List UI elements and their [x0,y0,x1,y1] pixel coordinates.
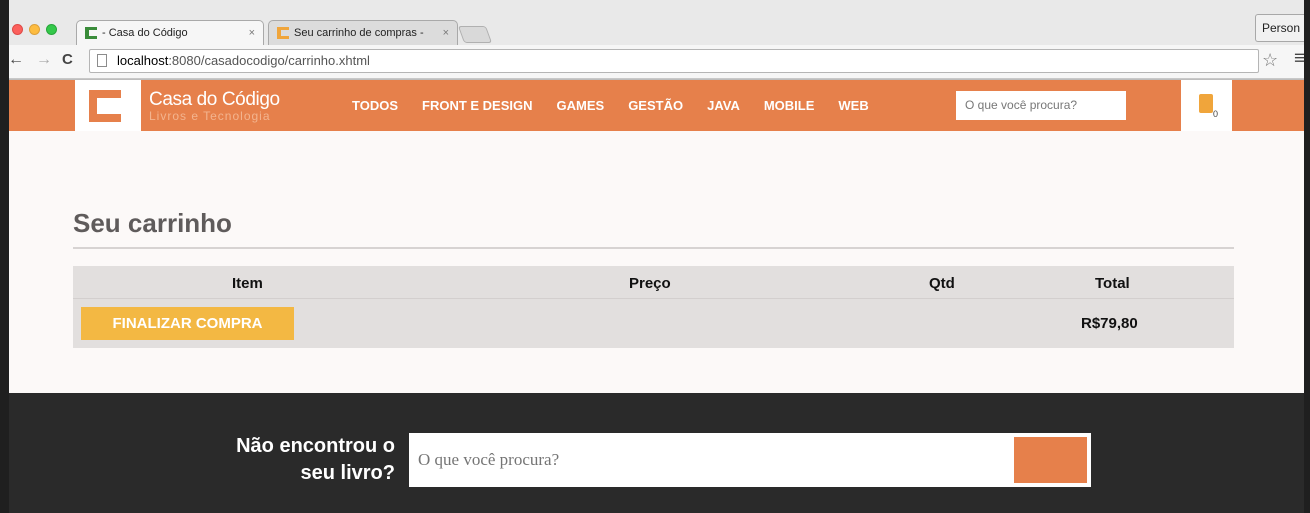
nav-front-e-design[interactable]: FRONT E DESIGN [422,98,533,113]
casa-do-codigo-favicon-icon [85,27,97,39]
nav-games[interactable]: GAMES [557,98,605,113]
footer-search-prompt: Não encontrou o seu livro? [159,433,395,487]
footer-prompt-line1: Não encontrou o [236,435,395,457]
window-frame-left [0,0,9,513]
column-preco: Preço [629,275,671,292]
nav-gestao[interactable]: GESTÃO [628,98,683,113]
window-controls [12,24,57,35]
url-host: localhost [117,53,169,68]
category-nav: TODOS FRONT E DESIGN GAMES GESTÃO JAVA M… [352,80,893,131]
page-title: Seu carrinho [73,208,232,238]
cart-table: Item Preço Qtd Total FINALIZAR COMPRA R$… [73,266,1234,348]
tab-seu-carrinho[interactable]: Seu carrinho de compras - × [268,20,458,45]
footer-search-button[interactable] [1014,437,1087,483]
header-search-input[interactable]: O que você procura? [956,91,1126,120]
close-tab-icon[interactable]: × [249,27,255,39]
url-path: :8080/casadocodigo/carrinho.xhtml [168,53,370,68]
window-frame-right [1304,0,1310,513]
tab-title: - Casa do Código [102,27,188,39]
nav-java[interactable]: JAVA [707,98,740,113]
site-logo[interactable] [75,80,141,131]
back-arrow-icon[interactable]: ← [8,51,24,69]
bookmark-star-icon[interactable]: ☆ [1262,50,1278,71]
reload-icon[interactable]: C [62,51,73,68]
site-footer: Não encontrou o seu livro? O que você pr… [9,393,1304,513]
browser-toolbar: ← → C localhost:8080/casadocodigo/carrin… [0,45,1310,79]
nav-mobile[interactable]: MOBILE [764,98,815,113]
cart-button[interactable]: 0 [1181,80,1232,131]
tab-title: Seu carrinho de compras - [294,27,424,39]
brand-tagline: Livros e Tecnologia [149,109,271,123]
brand[interactable]: Casa do Código Livros e Tecnologia [149,89,280,123]
nav-web[interactable]: WEB [838,98,868,113]
finalizar-compra-button[interactable]: FINALIZAR COMPRA [81,307,294,340]
address-bar[interactable]: localhost:8080/casadocodigo/carrinho.xht… [89,49,1259,73]
new-tab-button[interactable] [457,26,493,43]
casa-do-codigo-favicon-icon [277,27,289,39]
close-window-button[interactable] [12,24,23,35]
table-header: Item Preço Qtd Total [73,266,1234,299]
minimize-window-button[interactable] [29,24,40,35]
nav-todos[interactable]: TODOS [352,98,398,113]
footer-prompt-line2: seu livro? [300,462,395,484]
zoom-window-button[interactable] [46,24,57,35]
page-icon [97,54,107,67]
site-header: Casa do Código Livros e Tecnologia TODOS… [9,80,1304,131]
column-total: Total [1095,275,1130,292]
title-divider [73,247,1234,249]
profile-button[interactable]: Person 1 [1255,14,1310,61]
column-item: Item [232,275,263,292]
brand-name: Casa do Código [149,89,280,110]
cart-page: Seu carrinho Item Preço Qtd Total FINALI… [9,131,1304,393]
cart-total: R$79,80 [1081,315,1138,332]
tab-casa-do-codigo[interactable]: - Casa do Código × [76,20,264,45]
browser-titlebar: - Casa do Código × Seu carrinho de compr… [0,0,1310,80]
column-qtd: Qtd [929,275,955,292]
shopping-bag-icon [1199,94,1213,113]
footer-search-input[interactable]: O que você procura? [418,433,559,487]
close-tab-icon[interactable]: × [443,27,449,39]
footer-search-box: O que você procura? [409,433,1091,487]
cart-count: 0 [1213,109,1219,119]
forward-arrow-icon[interactable]: → [36,51,52,69]
